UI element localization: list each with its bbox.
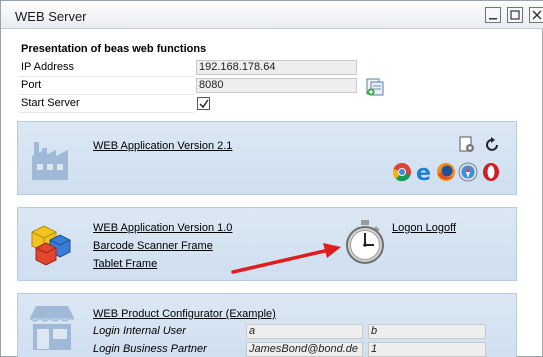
internal-user-field-2[interactable]: b <box>368 324 486 339</box>
product-configurator-panel: WEB Product Configurator (Example) Login… <box>17 293 517 357</box>
section-title: Presentation of beas web functions <box>21 43 207 55</box>
cubes-icon <box>31 225 71 266</box>
port-row: Port 8080 <box>19 77 357 95</box>
svg-text:e: e <box>416 161 431 183</box>
internal-user-field-1[interactable]: a <box>246 324 363 339</box>
ip-address-field[interactable]: 192.168.178.64 <box>196 60 357 75</box>
firefox-icon[interactable] <box>436 162 456 182</box>
close-button[interactable] <box>529 7 543 23</box>
ip-address-label: IP Address <box>19 59 194 77</box>
business-partner-field-1[interactable]: JamesBond@bond.de <box>246 342 363 357</box>
red-arrow-icon <box>231 243 341 274</box>
minimize-button[interactable] <box>485 7 501 23</box>
login-business-partner-label: Login Business Partner <box>93 343 207 355</box>
start-server-row: Start Server <box>19 95 357 113</box>
internet-explorer-icon[interactable]: e <box>414 161 436 183</box>
safari-icon[interactable] <box>458 162 478 182</box>
start-server-label: Start Server <box>19 95 194 113</box>
shop-icon <box>29 306 75 350</box>
refresh-icon[interactable] <box>483 136 501 154</box>
maximize-icon <box>510 10 520 20</box>
web-app-1-0-link[interactable]: WEB Application Version 1.0 <box>93 222 232 234</box>
login-internal-user-label: Login Internal User <box>93 325 186 337</box>
barcode-scanner-link[interactable]: Barcode Scanner Frame <box>93 240 213 252</box>
port-label: Port <box>19 77 194 95</box>
settings-document-icon[interactable] <box>458 136 476 154</box>
port-field[interactable]: 8080 <box>196 78 357 93</box>
checkmark-icon <box>199 99 209 109</box>
product-configurator-link[interactable]: WEB Product Configurator (Example) <box>93 308 276 320</box>
web-app-2-panel: WEB Application Version 2.1 e <box>17 121 517 195</box>
window-title: WEB Server <box>15 9 87 24</box>
start-server-checkbox[interactable] <box>197 97 210 110</box>
chrome-icon[interactable] <box>392 162 412 182</box>
business-partner-field-2[interactable]: 1 <box>368 342 486 357</box>
close-icon <box>532 10 542 20</box>
web-server-window: WEB Server Presentation of beas web func… <box>0 0 543 357</box>
logon-logoff-link[interactable]: Logon Logoff <box>392 222 456 234</box>
ip-address-row: IP Address 192.168.178.64 <box>19 59 357 77</box>
web-app-2-1-link[interactable]: WEB Application Version 2.1 <box>93 140 232 152</box>
title-bar: WEB Server <box>1 1 543 29</box>
factory-icon <box>32 142 68 180</box>
tablet-frame-link[interactable]: Tablet Frame <box>93 258 157 270</box>
maximize-button[interactable] <box>507 7 523 23</box>
minimize-icon <box>489 18 497 20</box>
add-document-icon[interactable] <box>365 77 385 97</box>
stopwatch-icon[interactable] <box>344 218 386 266</box>
opera-icon[interactable] <box>481 162 501 182</box>
